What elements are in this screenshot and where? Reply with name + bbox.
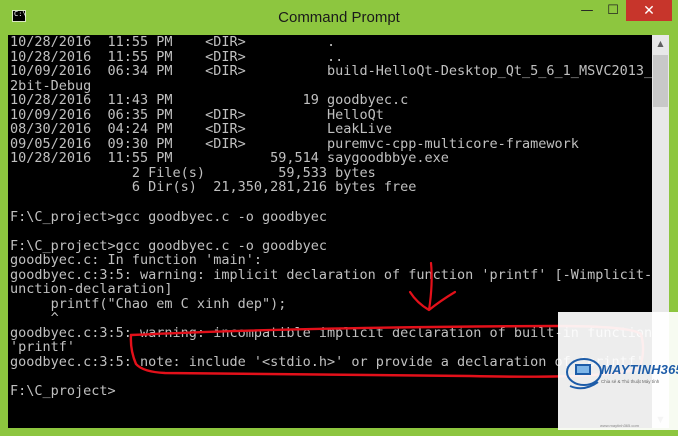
console-output[interactable]: 10/28/2016 11:55 PM <DIR> . 10/28/2016 1… xyxy=(8,35,652,428)
minimize-button[interactable]: — xyxy=(574,0,600,21)
watermark-tagline: Chia sẻ & Thủ thuật Máy tính xyxy=(601,379,660,384)
maximize-button[interactable]: ☐ xyxy=(600,0,626,21)
close-button[interactable]: ✕ xyxy=(626,0,672,21)
scroll-up-arrow-icon[interactable]: ▲ xyxy=(652,35,669,52)
watermark-brand: MAYTINH365 xyxy=(601,362,678,377)
console-text: 10/28/2016 11:55 PM <DIR> . 10/28/2016 1… xyxy=(10,35,652,400)
scrollbar-thumb[interactable] xyxy=(653,55,668,107)
watermark-footer: www.maytinh365.com xyxy=(600,423,639,428)
title-bar[interactable]: C:\ Command Prompt — ☐ ✕ xyxy=(0,0,678,35)
